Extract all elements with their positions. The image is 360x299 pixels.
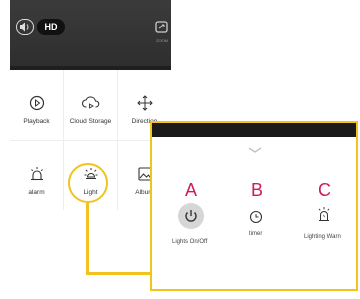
feature-label: Playback [23, 118, 50, 125]
option-marker: C [318, 180, 331, 200]
light-highlight-circle [68, 163, 108, 203]
lights-toggle-button[interactable] [178, 203, 204, 229]
speaker-icon [16, 19, 34, 35]
hd-quality-button[interactable]: HD [37, 19, 65, 35]
clock-icon [249, 210, 263, 224]
feature-label: Cloud Storage [69, 118, 112, 125]
option-label: Lighting Warn [304, 234, 341, 240]
move-arrows-icon [136, 95, 153, 111]
video-area[interactable] [10, 0, 171, 66]
camera-video[interactable]: HD ZOOM [10, 0, 171, 70]
power-icon [185, 210, 197, 222]
siren-icon [318, 207, 330, 221]
feature-label: alarm [28, 189, 45, 196]
feature-alarm[interactable]: alarm [10, 146, 63, 216]
callout-connector [86, 272, 152, 275]
lighting-warn-button[interactable] [317, 206, 331, 227]
fullscreen-button[interactable]: ZOOM [155, 20, 169, 43]
feature-playback[interactable]: Playback [10, 75, 63, 145]
feature-cloud-storage[interactable]: Cloud Storage [64, 75, 117, 145]
panel-top-bar [152, 123, 356, 137]
fullscreen-caption: ZOOM [156, 38, 168, 43]
option-label: timer [249, 231, 263, 237]
option-marker: B [251, 180, 264, 200]
fullscreen-icon [155, 21, 168, 33]
alarm-icon [30, 167, 43, 181]
timer-button[interactable] [249, 210, 263, 229]
callout-connector [86, 203, 89, 275]
option-label: Lights On/Off [172, 239, 208, 245]
video-bottom-bar [10, 66, 171, 70]
cloud-play-icon [81, 96, 99, 109]
option-marker: A [185, 180, 198, 200]
light-control-panel: A Lights On/Off B timer C Lighting Warn [150, 121, 358, 291]
play-circle-icon [29, 95, 44, 111]
collapse-button[interactable] [248, 141, 262, 159]
chevron-down-icon [248, 147, 262, 153]
volume-button[interactable] [16, 19, 34, 35]
